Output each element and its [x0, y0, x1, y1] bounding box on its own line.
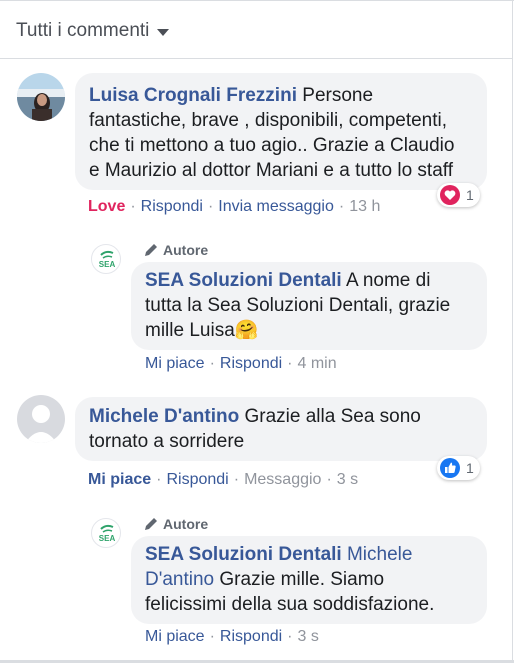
header-divider — [0, 58, 512, 59]
reply-link[interactable]: Rispondi — [141, 198, 203, 215]
mentioned-user[interactable]: Michele — [347, 544, 412, 565]
reply-link[interactable]: Rispondi — [220, 628, 282, 645]
comment-timestamp[interactable]: 3 s — [337, 471, 358, 488]
reply-text-line: A nome di — [345, 270, 431, 291]
love-reaction-link[interactable]: Love — [88, 198, 125, 215]
reaction-count-badge[interactable]: 1 — [437, 183, 480, 207]
author-badge-label: Autore — [163, 516, 209, 532]
reply-link[interactable]: Rispondi — [166, 471, 228, 488]
comment-bubble: Luisa Crognali Frezzini Persone fantasti… — [75, 73, 487, 190]
reply-link[interactable]: Rispondi — [220, 355, 282, 372]
comment-text-line: e Maurizio al dottor Mariani e a tutto l… — [89, 160, 453, 181]
reply-timestamp[interactable]: 3 s — [298, 628, 319, 645]
like-link[interactable]: Mi piace — [145, 628, 205, 645]
avatar[interactable] — [17, 73, 65, 121]
reply-timestamp[interactable]: 4 min — [298, 355, 337, 372]
author-badge: Autore — [143, 242, 208, 258]
caret-down-icon — [157, 28, 170, 36]
love-reaction-icon — [440, 185, 460, 205]
reply-text-line: mille Luisa — [145, 320, 235, 341]
logo-text: SEA — [98, 534, 116, 543]
comment-bubble: Michele D'antino Grazie alla Sea sono to… — [75, 397, 487, 461]
avatar[interactable] — [17, 395, 65, 443]
reaction-count-badge[interactable]: 1 — [437, 456, 480, 480]
like-reaction-icon — [440, 458, 460, 478]
reply-actions: Mi piace · Rispondi · 4 min — [145, 355, 337, 372]
reaction-count: 1 — [466, 460, 474, 476]
pencil-icon — [145, 244, 157, 256]
mentioned-user[interactable]: D'antino — [145, 569, 214, 590]
reply-text-line: tutta la Sea Soluzioni Dentali, grazie — [145, 295, 451, 316]
comment-text-line: che ti mettono a tuo agio.. Grazie a Cla… — [89, 135, 455, 156]
reply-author[interactable]: SEA Soluzioni Dentali — [145, 270, 342, 291]
reply-text-line: felicissimi della sua soddisfazione. — [145, 594, 435, 615]
comment-text-line: Persone — [302, 85, 374, 106]
reply-bubble: SEA Soluzioni Dentali Michele D'antino G… — [131, 536, 487, 624]
like-link[interactable]: Mi piace — [145, 355, 205, 372]
message-link[interactable]: Messaggio — [244, 471, 321, 488]
comment-actions: Mi piace · Rispondi · Messaggio · 3 s — [88, 471, 359, 488]
page-avatar-logo[interactable]: SEA — [91, 244, 121, 274]
comment-timestamp[interactable]: 13 h — [349, 198, 380, 215]
author-badge-label: Autore — [163, 242, 209, 258]
reply-author[interactable]: SEA Soluzioni Dentali — [145, 544, 342, 565]
top-border — [0, 0, 514, 1]
reply-actions: Mi piace · Rispondi · 3 s — [145, 628, 319, 645]
page-avatar-logo[interactable]: SEA — [91, 518, 121, 548]
comment-text-line: fantastiche, brave , disponibili, compet… — [89, 110, 448, 131]
comment-author[interactable]: Luisa Crognali Frezzini — [89, 85, 297, 106]
comment-text-line: Grazie alla Sea sono — [244, 406, 421, 427]
comment-author[interactable]: Michele D'antino — [89, 406, 239, 427]
comment-text-line: tornato a sorridere — [89, 431, 245, 452]
pencil-icon — [145, 518, 157, 530]
reaction-count: 1 — [466, 187, 474, 203]
sort-label: Tutti i commenti — [16, 20, 150, 41]
send-message-link[interactable]: Invia messaggio — [218, 198, 334, 215]
logo-text: SEA — [98, 260, 116, 269]
like-link[interactable]: Mi piace — [88, 471, 151, 488]
author-badge: Autore — [143, 516, 208, 532]
right-border — [512, 0, 513, 663]
reply-text-line: Grazie mille. Siamo — [219, 569, 385, 590]
hugging-face-emoji-icon: 🤗 — [234, 320, 259, 341]
comments-sort-dropdown[interactable]: Tutti i commenti — [16, 20, 170, 42]
reply-bubble: SEA Soluzioni Dentali A nome di tutta la… — [131, 262, 487, 350]
comment-actions: Love · Rispondi · Invia messaggio · 13 h — [88, 198, 381, 215]
